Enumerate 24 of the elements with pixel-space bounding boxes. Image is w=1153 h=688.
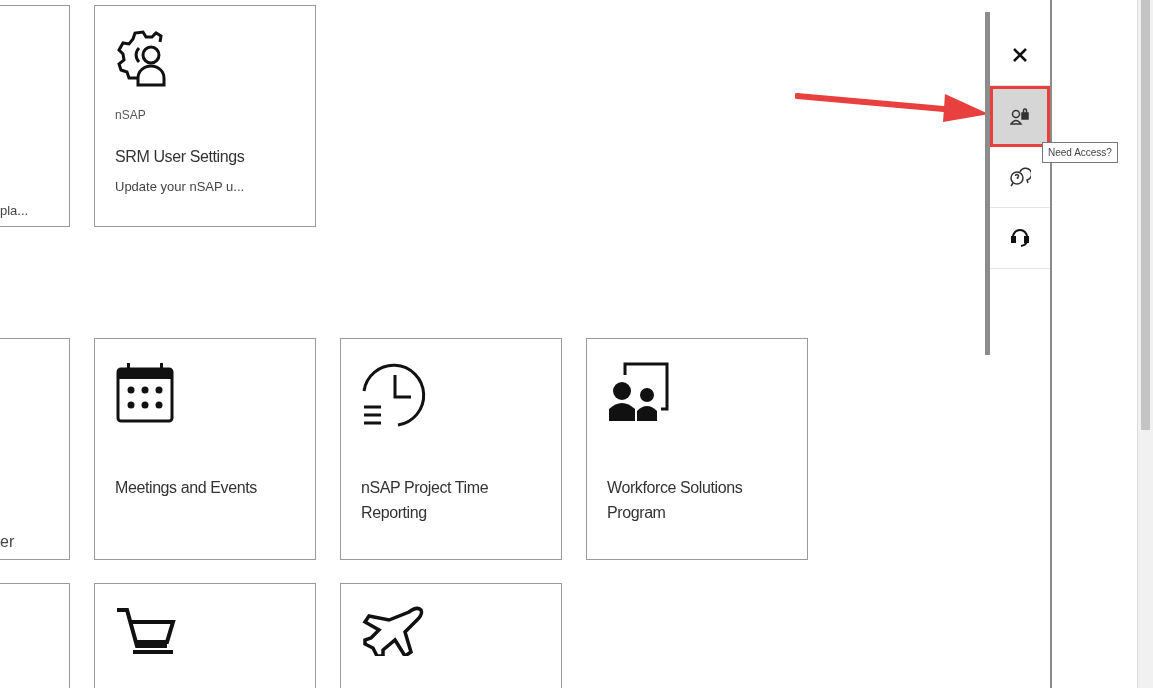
airplane-icon — [361, 606, 425, 656]
tile-description: pla... — [0, 203, 30, 220]
scrollbar-thumb[interactable] — [1141, 0, 1150, 430]
app-tile[interactable]: nSAP SRM User Settings Update your nSAP u... — [94, 5, 316, 227]
cart-icon — [115, 606, 179, 656]
tile-title: Meetings and Events — [115, 478, 258, 498]
chat-question-icon — [1009, 167, 1031, 187]
presentation-icon — [607, 361, 671, 423]
tile-description: er — [0, 533, 16, 552]
person-lock-icon — [1010, 107, 1030, 125]
app-tile[interactable]: Meetings and Events — [94, 338, 316, 560]
calendar-icon — [115, 361, 175, 423]
tile-description: Update your nSAP u... — [115, 179, 246, 194]
app-tile[interactable]: nSAP Project Time Reporting — [340, 338, 562, 560]
headset-icon — [1011, 228, 1029, 248]
app-tile[interactable]: Workforce Solutions Program — [586, 338, 808, 560]
app-tile[interactable]: er — [0, 338, 70, 560]
tile-title: SRM User Settings — [115, 147, 246, 167]
tile-subtitle: nSAP — [115, 108, 146, 122]
tile-title: nSAP Project Time Reporting — [361, 478, 490, 523]
tile-title: Workforce Solutions Program — [607, 478, 744, 523]
tooltip: Need Access? — [1042, 142, 1118, 163]
close-icon — [1012, 47, 1028, 63]
app-tile[interactable]: pla... — [0, 5, 70, 227]
